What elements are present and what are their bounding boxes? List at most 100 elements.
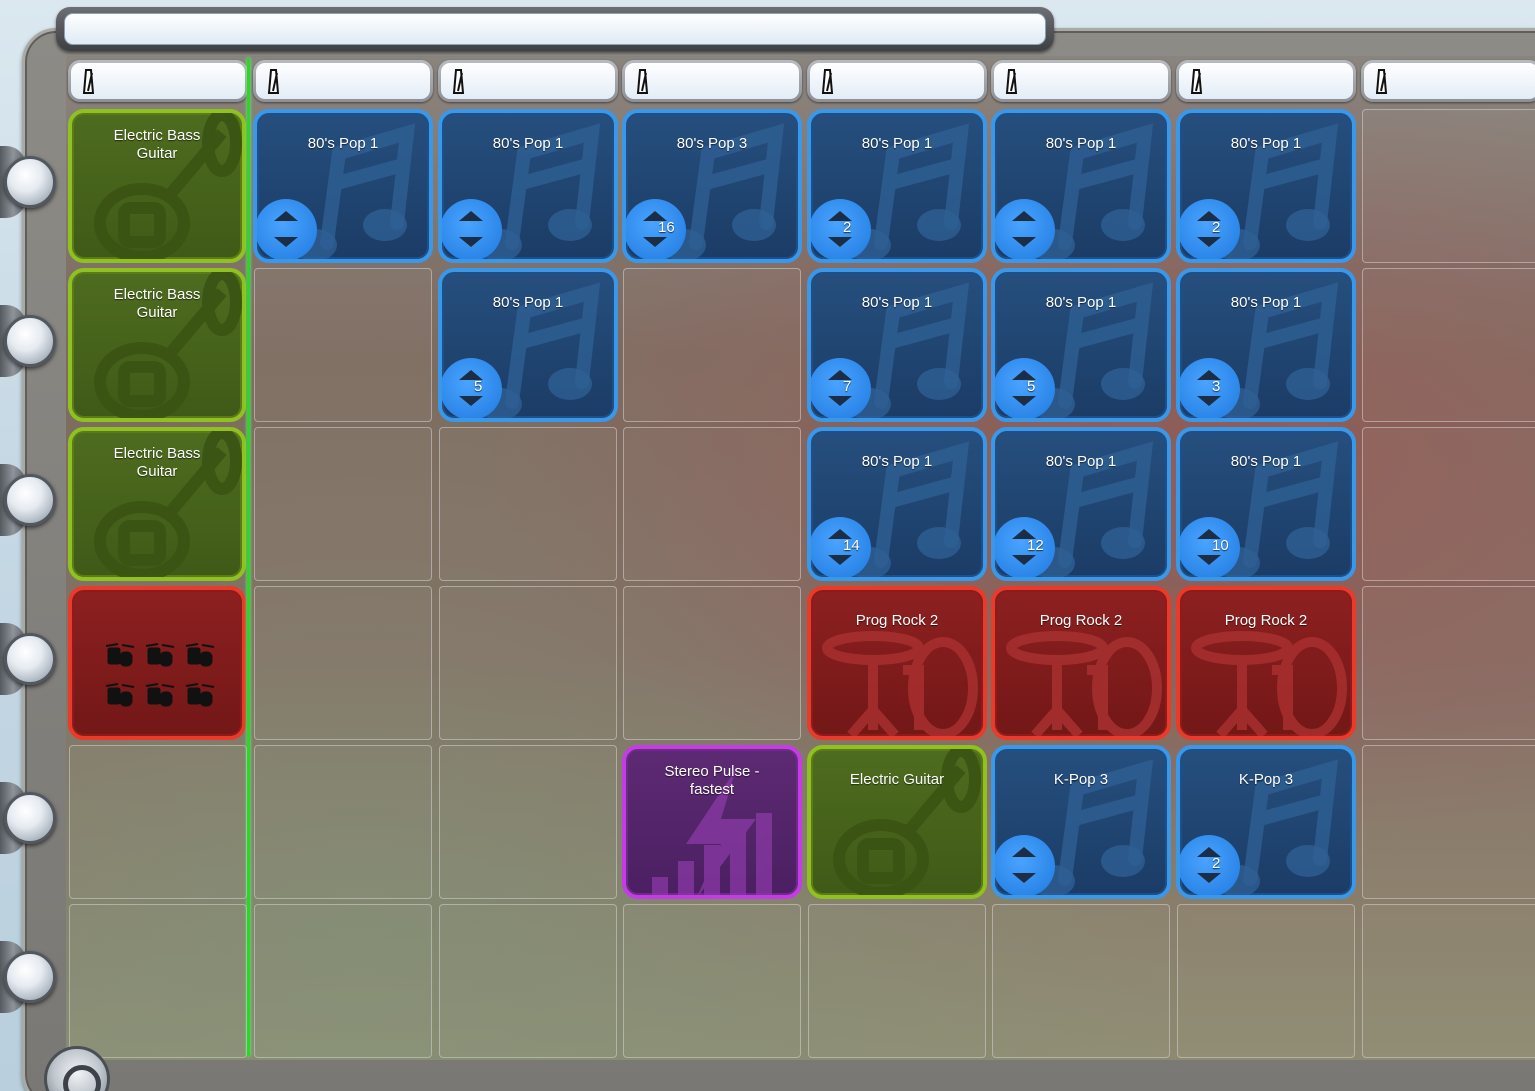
song-title-field[interactable] — [64, 13, 1046, 45]
clip-loop[interactable]: 80's Pop 1 2 — [807, 109, 987, 263]
clip-loop[interactable]: K-Pop 3 — [991, 745, 1171, 899]
metronome-icon[interactable] — [1374, 67, 1388, 95]
decrease-icon[interactable] — [828, 396, 852, 406]
empty-slot[interactable] — [439, 745, 617, 899]
decrease-icon[interactable] — [274, 237, 298, 247]
clip-loop[interactable]: 80's Pop 1 — [438, 109, 618, 263]
empty-slot[interactable] — [439, 427, 617, 581]
loop-count-stepper[interactable]: 2 — [1180, 835, 1240, 895]
empty-slot[interactable] — [439, 586, 617, 740]
empty-slot[interactable] — [1362, 268, 1535, 422]
clip-loop[interactable]: 80's Pop 1 14 — [807, 427, 987, 581]
clip-loop[interactable]: 80's Pop 1 5 — [991, 268, 1171, 422]
clip-effect[interactable]: Stereo Pulse - fastest — [622, 745, 802, 899]
empty-slot[interactable] — [254, 268, 432, 422]
empty-slot[interactable] — [623, 427, 801, 581]
clip-loop[interactable]: 80's Pop 1 — [253, 109, 433, 263]
metronome-icon[interactable] — [635, 67, 649, 95]
clip-loop[interactable]: K-Pop 3 2 — [1176, 745, 1356, 899]
loop-count-stepper[interactable] — [257, 199, 317, 259]
increase-icon[interactable] — [459, 211, 483, 221]
empty-slot[interactable] — [1362, 745, 1535, 899]
column-header-7[interactable] — [1176, 60, 1356, 102]
empty-slot[interactable] — [254, 904, 432, 1058]
empty-slot[interactable] — [992, 904, 1170, 1058]
track-header-2[interactable]: Electric Bass Guitar — [68, 268, 246, 422]
loop-count-stepper[interactable]: 10 — [1180, 517, 1240, 577]
empty-slot[interactable] — [439, 904, 617, 1058]
empty-slot[interactable] — [623, 586, 801, 740]
column-header-5[interactable] — [807, 60, 987, 102]
empty-slot[interactable] — [623, 268, 801, 422]
column-header-1[interactable] — [68, 60, 248, 102]
column-header-2[interactable] — [253, 60, 433, 102]
empty-slot[interactable] — [623, 904, 801, 1058]
clip-loop[interactable]: 80's Pop 1 7 — [807, 268, 987, 422]
loop-count-stepper[interactable] — [442, 199, 502, 259]
loop-count-stepper[interactable] — [995, 199, 1055, 259]
column-header-field[interactable] — [71, 63, 245, 99]
metronome-icon[interactable] — [451, 67, 465, 95]
clip-drums[interactable]: Prog Rock 2 — [1176, 586, 1356, 740]
loop-count-stepper[interactable]: 14 — [811, 517, 871, 577]
clip-loop[interactable]: 80's Pop 1 2 — [1176, 109, 1356, 263]
empty-slot[interactable] — [1362, 427, 1535, 581]
loop-count-stepper[interactable]: 12 — [995, 517, 1055, 577]
empty-slot[interactable] — [69, 904, 247, 1058]
clip-drums[interactable]: Prog Rock 2 — [807, 586, 987, 740]
loop-count-stepper[interactable]: 2 — [811, 199, 871, 259]
loop-count-stepper[interactable] — [995, 835, 1055, 895]
column-header-field[interactable] — [256, 63, 430, 99]
clip-loop[interactable]: 80's Pop 1 — [991, 109, 1171, 263]
clip-loop[interactable]: 80's Pop 3 16 — [622, 109, 802, 263]
loop-count-stepper[interactable]: 16 — [626, 199, 686, 259]
metronome-icon[interactable] — [81, 67, 95, 95]
empty-slot[interactable] — [1362, 586, 1535, 740]
loop-count-stepper[interactable]: 3 — [1180, 358, 1240, 418]
decrease-icon[interactable] — [459, 237, 483, 247]
clip-instrument[interactable]: Electric Guitar — [807, 745, 987, 899]
decrease-icon[interactable] — [1197, 555, 1221, 565]
column-header-3[interactable] — [438, 60, 618, 102]
empty-slot[interactable] — [254, 586, 432, 740]
empty-slot[interactable] — [1177, 904, 1355, 1058]
track-header-3[interactable]: Electric Bass Guitar — [68, 427, 246, 581]
metronome-icon[interactable] — [266, 67, 280, 95]
clip-loop[interactable]: 80's Pop 1 3 — [1176, 268, 1356, 422]
column-header-field[interactable] — [1364, 63, 1535, 99]
decrease-icon[interactable] — [1012, 555, 1036, 565]
increase-icon[interactable] — [1012, 847, 1036, 857]
increase-icon[interactable] — [1012, 211, 1036, 221]
column-header-field[interactable] — [625, 63, 799, 99]
decrease-icon[interactable] — [1197, 396, 1221, 406]
clip-loop[interactable]: 80's Pop 1 12 — [991, 427, 1171, 581]
decrease-icon[interactable] — [1197, 873, 1221, 883]
column-header-6[interactable] — [991, 60, 1171, 102]
column-header-4[interactable] — [622, 60, 802, 102]
empty-slot[interactable] — [69, 745, 247, 899]
loop-count-stepper[interactable]: 7 — [811, 358, 871, 418]
empty-slot[interactable] — [1362, 904, 1535, 1058]
column-header-field[interactable] — [810, 63, 984, 99]
column-header-8[interactable] — [1361, 60, 1535, 102]
decrease-icon[interactable] — [828, 237, 852, 247]
decrease-icon[interactable] — [1012, 396, 1036, 406]
empty-slot[interactable] — [808, 904, 986, 1058]
metronome-icon[interactable] — [1004, 67, 1018, 95]
track-header-4[interactable] — [68, 586, 246, 740]
track-header-1[interactable]: Electric Bass Guitar — [68, 109, 246, 263]
decrease-icon[interactable] — [459, 396, 483, 406]
decrease-icon[interactable] — [1012, 237, 1036, 247]
decrease-icon[interactable] — [828, 555, 852, 565]
decrease-icon[interactable] — [1197, 237, 1221, 247]
increase-icon[interactable] — [274, 211, 298, 221]
loop-count-stepper[interactable]: 5 — [995, 358, 1055, 418]
clip-loop[interactable]: 80's Pop 1 5 — [438, 268, 618, 422]
metronome-icon[interactable] — [820, 67, 834, 95]
playhead[interactable] — [247, 58, 250, 1056]
empty-slot[interactable] — [1362, 109, 1535, 263]
empty-slot[interactable] — [254, 745, 432, 899]
loop-count-stepper[interactable]: 5 — [442, 358, 502, 418]
column-header-field[interactable] — [441, 63, 615, 99]
column-header-field[interactable] — [1179, 63, 1353, 99]
